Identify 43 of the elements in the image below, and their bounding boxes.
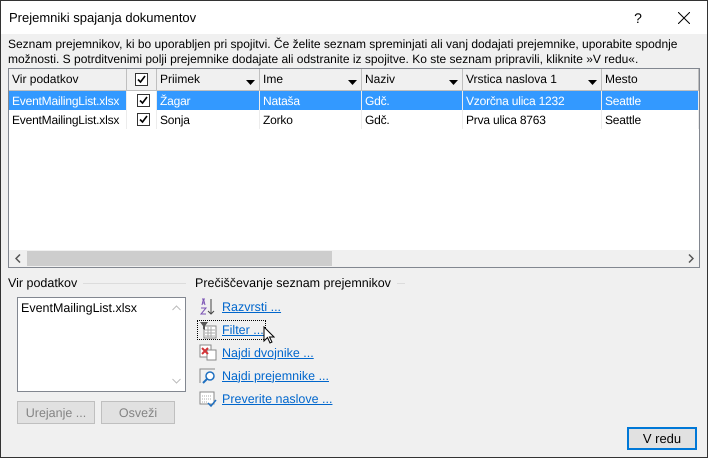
caret-icon[interactable] <box>348 80 357 85</box>
column-header[interactable]: Vir podatkov <box>9 69 127 91</box>
ok-button[interactable]: V redu <box>627 427 697 450</box>
data-source-list[interactable]: EventMailingList.xlsx <box>17 297 186 392</box>
help-button[interactable]: ? <box>615 10 661 26</box>
horizontal-scrollbar[interactable] <box>9 250 699 267</box>
sort-icon <box>199 298 217 316</box>
close-icon <box>678 12 690 24</box>
table-cell: Gdč. <box>362 91 463 110</box>
scroll-left-icon[interactable] <box>14 254 20 263</box>
table-cell: Nataša <box>260 91 362 110</box>
link[interactable]: Preverite naslove ... <box>222 392 332 406</box>
duplicates-icon <box>199 344 217 362</box>
checkbox[interactable] <box>136 94 150 107</box>
caret-icon[interactable] <box>246 80 255 85</box>
group-label: Vir podatkov <box>8 276 78 290</box>
scroll-right-icon[interactable] <box>688 254 694 263</box>
link[interactable]: Najdi prejemnike ... <box>222 368 329 382</box>
column-header[interactable]: Ime <box>260 69 362 91</box>
caret-icon[interactable] <box>449 80 458 85</box>
window-title: Prejemniki spajanja dokumentov <box>9 10 198 25</box>
table-cell: EventMailingList.xlsx <box>9 91 127 110</box>
link[interactable]: Razvrsti ... <box>222 300 282 314</box>
table-cell: Vzorčna ulica 1232 <box>463 91 602 110</box>
table-cell: Zorko <box>260 110 362 129</box>
table-cell: Žagar <box>157 91 260 110</box>
checklist-icon <box>199 390 217 408</box>
column-header[interactable]: Vrstica naslova 1 <box>463 69 602 91</box>
list-item[interactable]: EventMailingList.xlsx <box>21 301 165 315</box>
table-cell: Seattle <box>602 91 699 110</box>
search-icon <box>199 366 217 384</box>
column-header[interactable]: Priimek <box>157 69 260 91</box>
column-header[interactable]: Mesto <box>602 69 699 91</box>
link[interactable]: Najdi dvojnike ... <box>222 346 314 360</box>
filter-icon <box>199 320 217 338</box>
column-header[interactable]: Naziv <box>362 69 463 91</box>
column-header[interactable] <box>127 69 157 91</box>
caret-icon[interactable] <box>588 80 597 85</box>
checkbox[interactable] <box>135 73 148 86</box>
group-label: Prečiščevanje seznam prejemnikov <box>195 276 391 290</box>
scrollbar-thumb[interactable] <box>27 251 332 266</box>
checkbox[interactable] <box>136 113 150 126</box>
description-text: Seznam prejemnikov, ki bo uporabljen pri spojitvi. Če želite seznam spreminjati ali vanj dodajati prejemnike, uporabite spodnje možnosti. S potrditvenimi polji prejemnike dodajate ali odstranite iz spojitve. Ko ste seznam pripravili, kliknite »V redu«. <box>8 37 678 67</box>
